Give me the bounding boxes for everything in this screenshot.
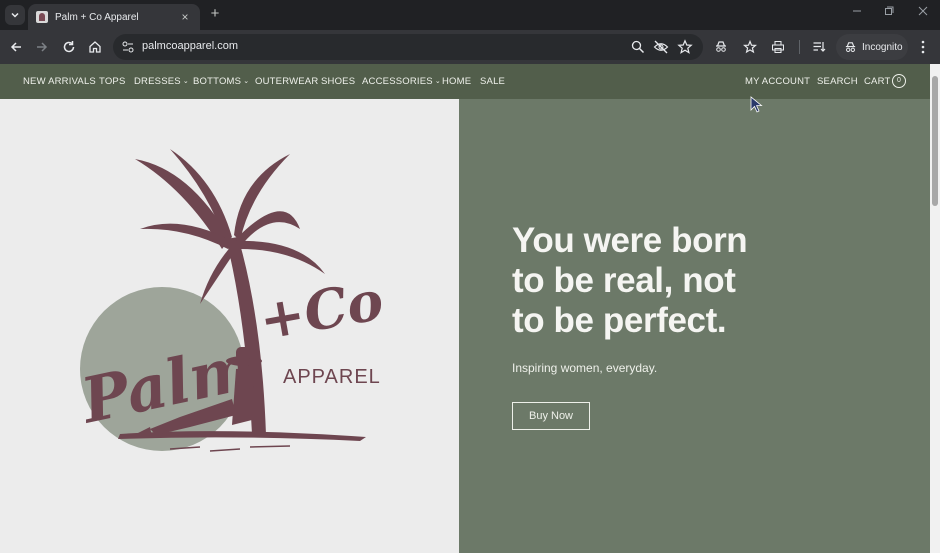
nav-label: ACCESSORIES: [362, 76, 433, 87]
nav-item-sale[interactable]: SALE: [480, 76, 505, 87]
cart-count-badge[interactable]: 0: [892, 74, 906, 88]
back-icon[interactable]: [6, 37, 26, 57]
browser-toolbar: palmcoapparel.com Incognito: [0, 30, 940, 64]
incognito-icon: [845, 41, 856, 52]
nav-item-tops[interactable]: TOPS: [99, 76, 126, 87]
minimize-icon[interactable]: [849, 6, 865, 19]
nav-item-new-arrivals[interactable]: NEW ARRIVALS: [23, 76, 96, 87]
nav-label: BOTTOMS: [193, 76, 242, 87]
logo-plus-co-text: +Co: [254, 268, 387, 353]
chevron-down-icon: ⌄: [243, 78, 250, 85]
site-nav: NEW ARRIVALS TOPS DRESSES ⌄ BOTTOMS ⌄ OUTE…: [0, 64, 930, 99]
hero-copy-panel: You were born to be real, not to be perf…: [459, 99, 930, 553]
hero-logo-panel: Palm +Co APPAREL: [0, 99, 459, 553]
browser-tab-strip: Palm + Co Apparel × +: [0, 0, 940, 30]
url-text: palmcoapparel.com: [142, 40, 238, 52]
palm-co-logo: Palm +Co APPAREL: [73, 149, 388, 452]
nav-item-accessories[interactable]: ACCESSORIES ⌄: [362, 76, 441, 87]
chevron-down-icon: ⌄: [182, 78, 189, 85]
forward-icon[interactable]: [32, 37, 52, 57]
site-settings-icon[interactable]: [120, 39, 136, 55]
my-account-link[interactable]: MY ACCOUNT: [745, 76, 810, 87]
nav-label: HOME: [442, 76, 472, 87]
buy-now-button[interactable]: Buy Now: [512, 402, 590, 430]
scrollbar-thumb[interactable]: [932, 76, 938, 206]
tab-title: Palm + Co Apparel: [55, 11, 139, 23]
tracking-eye-off-icon[interactable]: [653, 39, 669, 55]
print-icon[interactable]: [768, 37, 788, 57]
restore-icon[interactable]: [881, 6, 897, 19]
home-icon[interactable]: [85, 37, 105, 57]
nav-item-dresses[interactable]: DRESSES ⌄: [134, 76, 189, 87]
cursor-icon: [750, 96, 763, 113]
cart-link[interactable]: CART: [864, 76, 891, 87]
nav-label: SALE: [480, 76, 506, 87]
logo-apparel-text: APPAREL: [283, 366, 381, 388]
zoom-icon[interactable]: [630, 39, 646, 55]
nav-label: OUTERWEAR: [255, 76, 319, 87]
chevron-down-icon: ⌄: [434, 78, 441, 85]
toolbar-divider: [799, 40, 800, 54]
hero-headline: You were born to be real, not to be perf…: [512, 221, 748, 341]
search-link[interactable]: SEARCH: [817, 76, 858, 87]
address-bar[interactable]: palmcoapparel.com: [113, 34, 703, 60]
bookmarks-icon[interactable]: [740, 37, 760, 57]
headline-line: to be real, not: [512, 261, 736, 300]
palm-fronds: [135, 149, 325, 304]
nav-item-bottoms[interactable]: BOTTOMS ⌄: [193, 76, 249, 87]
nav-label: SHOES: [321, 76, 356, 87]
tab-list-icon[interactable]: [5, 5, 25, 25]
close-icon[interactable]: ×: [178, 10, 192, 24]
incognito-icon[interactable]: [711, 37, 731, 57]
incognito-badge[interactable]: Incognito: [836, 34, 908, 60]
nav-item-home[interactable]: HOME: [442, 76, 471, 87]
browser-tab[interactable]: Palm + Co Apparel ×: [28, 4, 200, 30]
nav-label: DRESSES: [134, 76, 181, 87]
nav-label: NEW ARRIVALS: [23, 76, 96, 87]
nav-label: TOPS: [99, 76, 126, 87]
incognito-label: Incognito: [862, 41, 903, 53]
window-close-icon[interactable]: [915, 6, 931, 19]
favicon-icon: [36, 11, 48, 23]
hero-subline: Inspiring women, everyday.: [512, 361, 658, 375]
nav-item-outerwear[interactable]: OUTERWEAR: [255, 76, 318, 87]
page-scrollbar[interactable]: [930, 64, 940, 553]
star-icon[interactable]: [677, 39, 693, 55]
headline-line: You were born: [512, 221, 748, 260]
plus-icon[interactable]: +: [206, 5, 224, 23]
headline-line: to be perfect.: [512, 301, 727, 340]
reload-icon[interactable]: [59, 37, 79, 57]
kebab-menu-icon[interactable]: [916, 37, 930, 57]
reading-list-icon[interactable]: [809, 37, 829, 57]
nav-item-shoes[interactable]: SHOES: [321, 76, 355, 87]
